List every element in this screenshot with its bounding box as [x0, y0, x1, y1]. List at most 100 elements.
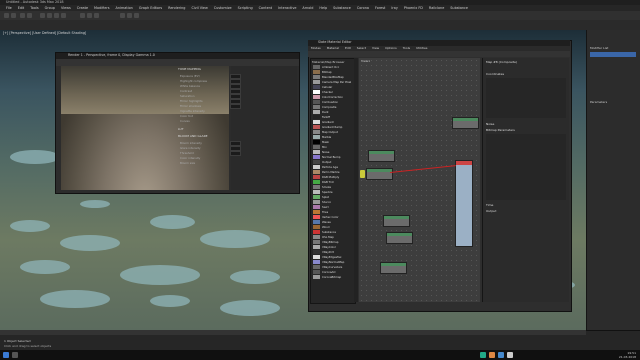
map-item[interactable]: Gradient: [313, 120, 353, 125]
row-label: Filmic highlights: [180, 99, 203, 103]
map-item[interactable]: Mask: [313, 140, 353, 145]
value-field[interactable]: [230, 151, 241, 156]
map-item[interactable]: VRayColor: [313, 245, 353, 250]
clock-date: 21.03.2018: [618, 355, 636, 359]
map-item[interactable]: Particle Age: [313, 165, 353, 170]
row-label: Saturation: [180, 94, 195, 98]
map-item[interactable]: Checker: [313, 90, 353, 95]
map-item[interactable]: Perlin Marble: [313, 170, 353, 175]
map-item[interactable]: Combustion: [313, 100, 353, 105]
row-label: Curves: [180, 119, 190, 123]
map-item[interactable]: Mix: [313, 145, 353, 150]
time-slider[interactable]: [0, 330, 586, 335]
map-item[interactable]: Smoke: [313, 185, 353, 190]
map-item[interactable]: VRayNormalMap: [313, 260, 353, 265]
rollout-time[interactable]: Time: [486, 203, 493, 207]
view-tab[interactable]: View1: [361, 59, 370, 63]
unlink-icon[interactable]: [27, 13, 32, 18]
section-tone-mapping[interactable]: TONE MAPPING: [178, 67, 201, 71]
system-tray-clock[interactable]: 19:51 21.03.2018: [619, 351, 636, 359]
section-lut[interactable]: LUT: [178, 127, 184, 131]
window-title: Untitled - Autodesk 3ds Max 2018: [6, 0, 64, 4]
map-node[interactable]: [380, 262, 407, 274]
3dsmax-icon[interactable]: [507, 352, 513, 358]
map-item[interactable]: VRayEdgesTex: [313, 255, 353, 260]
map-item[interactable]: OSL Map: [313, 235, 353, 240]
row-label: Glare intensity: [180, 146, 201, 150]
map-item[interactable]: Stucco: [313, 200, 353, 205]
map-item[interactable]: Composite: [313, 105, 353, 110]
material-editor-icon[interactable]: [120, 13, 125, 18]
map-item[interactable]: Normal Bump: [313, 155, 353, 160]
search-icon[interactable]: [12, 352, 18, 358]
map-item[interactable]: ColorCorrection: [313, 95, 353, 100]
map-item[interactable]: Speckle: [313, 190, 353, 195]
align-icon[interactable]: [94, 13, 99, 18]
map-item[interactable]: Camera Map Per Pixel: [313, 80, 353, 85]
map-item[interactable]: Cellular: [313, 85, 353, 90]
map-item[interactable]: Noise: [313, 150, 353, 155]
link-icon[interactable]: [20, 13, 25, 18]
rotate-icon[interactable]: [54, 13, 59, 18]
viewport-label[interactable]: [+] [Perspective] [User Defined] [Defaul…: [3, 31, 86, 35]
map-item[interactable]: CoronaAO: [313, 270, 353, 275]
row-label: Highlight compress: [180, 79, 207, 83]
scale-icon[interactable]: [61, 13, 66, 18]
map-node[interactable]: [368, 150, 395, 162]
map-item[interactable]: Waves: [313, 220, 353, 225]
rollout-output[interactable]: Output: [486, 209, 496, 213]
map-item[interactable]: Splat: [313, 195, 353, 200]
map-item[interactable]: VRayCurvature: [313, 265, 353, 270]
map-node[interactable]: [366, 168, 393, 180]
map-item[interactable]: Substance: [313, 230, 353, 235]
map-node[interactable]: [452, 117, 479, 129]
rollout-bitmap-parameters[interactable]: Bitmap Parameters: [486, 128, 515, 132]
mirror-icon[interactable]: [87, 13, 92, 18]
map-item[interactable]: Gradient Ramp: [313, 125, 353, 130]
select-icon[interactable]: [40, 13, 45, 18]
value-field[interactable]: [230, 104, 241, 109]
map-item[interactable]: Map Output: [313, 130, 353, 135]
redo-icon[interactable]: [11, 13, 16, 18]
map-item[interactable]: Dent: [313, 110, 353, 115]
snap-icon[interactable]: [80, 13, 85, 18]
row-label: White balance: [180, 84, 201, 88]
map-item[interactable]: Bitmap: [313, 70, 353, 75]
map-node[interactable]: [383, 215, 410, 227]
selected-output-marker[interactable]: [360, 170, 365, 178]
map-item[interactable]: CoronaBitmap: [313, 275, 353, 280]
start-icon[interactable]: [3, 352, 9, 358]
modifier-list[interactable]: Modifier List: [590, 46, 608, 50]
render-setup-icon[interactable]: [127, 13, 132, 18]
map-item[interactable]: BlendedBoxMap: [313, 75, 353, 80]
rollout-noise[interactable]: Noise: [486, 122, 494, 126]
map-item[interactable]: Tiles: [313, 210, 353, 215]
rollout-coordinates[interactable]: Coordinates: [486, 72, 504, 76]
section-bloom-glare[interactable]: BLOOM AND GLARE: [178, 134, 208, 138]
browser-scrollbar[interactable]: [354, 58, 358, 302]
app-icon[interactable]: [498, 352, 504, 358]
app-icon[interactable]: [489, 352, 495, 358]
map-item[interactable]: RGB Multiply: [313, 175, 353, 180]
move-icon[interactable]: [47, 13, 52, 18]
map-item[interactable]: Output: [313, 160, 353, 165]
render-icon[interactable]: [134, 13, 139, 18]
map-item[interactable]: Marble: [313, 135, 353, 140]
map-item[interactable]: VRayDirt: [313, 250, 353, 255]
app-icon[interactable]: [480, 352, 486, 358]
map-item[interactable]: Ambient Occ: [313, 65, 353, 70]
bitmap-controls[interactable]: [486, 134, 566, 200]
parameters-rollout[interactable]: Parameters: [590, 100, 607, 104]
map-item[interactable]: Vertex Color: [313, 215, 353, 220]
map-item[interactable]: Wood: [313, 225, 353, 230]
map-item[interactable]: Swirl: [313, 205, 353, 210]
coordinates-controls[interactable]: [486, 78, 566, 118]
render-frame-window: Render 1 - Perspective, frame 0, Display…: [55, 52, 300, 194]
map-node[interactable]: [386, 232, 413, 244]
map-item[interactable]: VRayBitmap: [313, 240, 353, 245]
map-item[interactable]: Falloff: [313, 115, 353, 120]
modifier-stack-item[interactable]: [590, 52, 636, 57]
map-item[interactable]: RGB Tint: [313, 180, 353, 185]
undo-icon[interactable]: [4, 13, 9, 18]
composite-node[interactable]: [455, 160, 473, 247]
